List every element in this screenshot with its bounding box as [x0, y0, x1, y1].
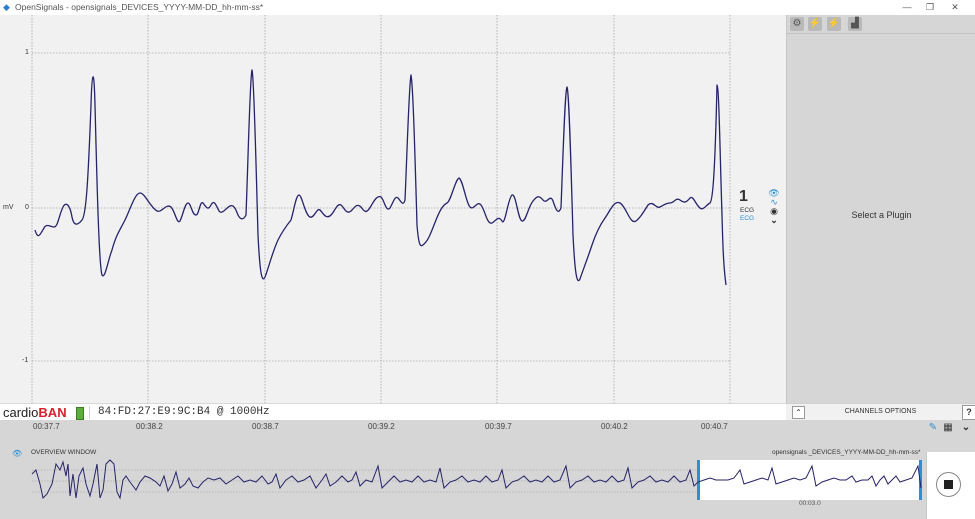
brand-suffix: BAN: [38, 405, 67, 420]
settings-icon[interactable]: ⚙: [790, 17, 804, 31]
time-tick-label: 00:39.2: [368, 422, 395, 431]
plug-off-icon[interactable]: ⚡: [827, 17, 841, 31]
opensignals-logo-icon: ◆: [3, 2, 10, 12]
overview-time-label: 00:03.0: [799, 500, 821, 507]
channel-label: ECG: [740, 215, 755, 222]
time-tick-label: 00:39.7: [485, 422, 512, 431]
time-tick-label: 00:37.7: [33, 422, 60, 431]
plugin-toolbar: ⚙ ⚡ ⚡ ▟: [787, 15, 975, 34]
ecg-signal-trace: [34, 69, 727, 286]
device-bar: cardioBAN 84:FD:27:E9:9C:B4 @ 1000Hz: [0, 403, 786, 421]
channels-options-bar: ⌃ CHANNELS OPTIONS ?: [786, 403, 975, 421]
chevron-down-icon[interactable]: ⌄: [959, 422, 973, 434]
window-title: OpenSignals - opensignals_DEVICES_YYYY-M…: [15, 2, 264, 12]
select-plugin-placeholder: Select a Plugin: [851, 210, 912, 220]
eye-icon[interactable]: 👁: [12, 449, 22, 458]
acquisition-control: [926, 452, 975, 519]
ecg-plot[interactable]: [0, 15, 786, 403]
y-tick-label: 1: [25, 49, 29, 56]
plugin-panel: ⚙ ⚡ ⚡ ▟ Select a Plugin: [786, 15, 975, 403]
pin-icon[interactable]: ✎: [926, 422, 940, 434]
channel-number: 1: [739, 188, 748, 205]
overview-window-label: OVERVIEW WINDOW: [31, 449, 97, 456]
stop-icon: [944, 480, 953, 489]
plug-icon[interactable]: ⚡: [808, 17, 822, 31]
overview-file-name: opensignals _DEVICES_YYYY-MM-DD_hh-mm-ss…: [772, 449, 921, 456]
channel-type: ECG: [740, 207, 755, 214]
close-button[interactable]: ✕: [944, 0, 966, 15]
brand-prefix: cardio: [3, 405, 39, 420]
chart-icon[interactable]: ▟: [848, 17, 862, 31]
time-axis: 00:37.7 00:38.2 00:38.7 00:39.2 00:39.7 …: [0, 420, 975, 436]
title-bar: ◆ OpenSignals - opensignals_DEVICES_YYYY…: [0, 0, 975, 16]
grid-icon[interactable]: ▦: [941, 422, 955, 434]
overview-selection-window[interactable]: [698, 460, 922, 500]
battery-icon: [76, 407, 84, 420]
time-tick-label: 00:40.2: [601, 422, 628, 431]
y-axis-unit-label: mV: [3, 204, 14, 211]
channels-options-label: CHANNELS OPTIONS: [844, 408, 917, 415]
selection-left-handle[interactable]: [697, 460, 700, 500]
device-id: 84:FD:27:E9:9C:B4 @ 1000Hz: [98, 406, 270, 418]
restore-button[interactable]: ❐: [919, 0, 941, 15]
cardioban-logo: cardioBAN: [3, 404, 67, 421]
y-tick-label: 0: [25, 204, 29, 211]
time-tick-label: 00:38.7: [252, 422, 279, 431]
minimize-button[interactable]: —: [896, 0, 918, 15]
time-tick-label: 00:38.2: [136, 422, 163, 431]
help-button[interactable]: ?: [962, 405, 975, 420]
chevron-down-icon[interactable]: ⌄: [768, 216, 780, 225]
y-tick-label: -1: [22, 357, 29, 364]
stop-button[interactable]: [936, 472, 961, 497]
divider: [89, 406, 90, 419]
time-tick-label: 00:40.7: [701, 422, 728, 431]
overview-window[interactable]: 👁 OVERVIEW WINDOW opensignals _DEVICES_Y…: [0, 436, 975, 519]
